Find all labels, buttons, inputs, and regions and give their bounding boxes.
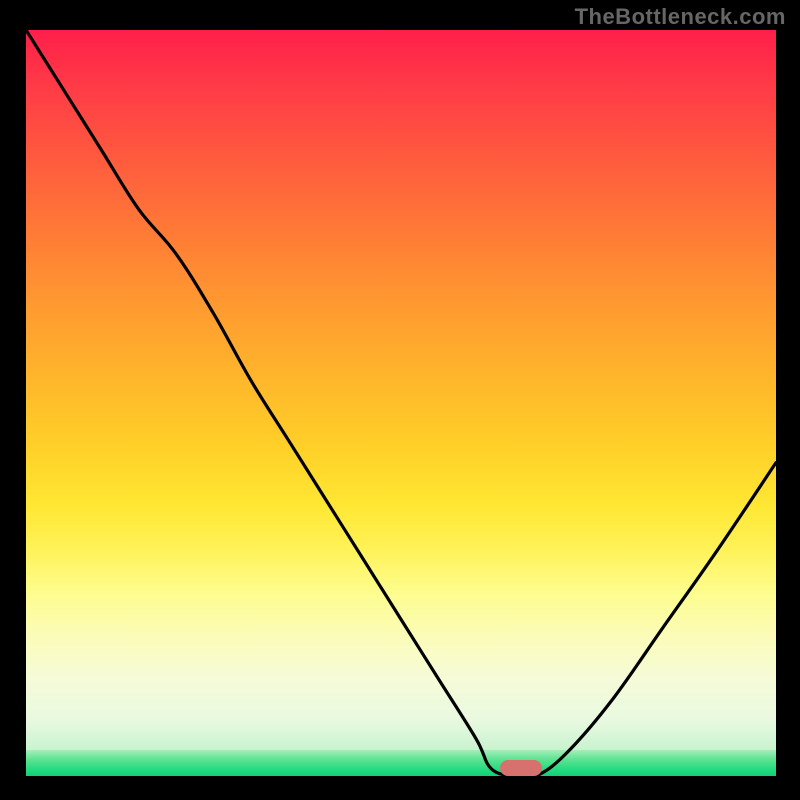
bottleneck-curve bbox=[26, 30, 776, 776]
plot-area bbox=[26, 30, 776, 776]
optimal-marker bbox=[500, 760, 542, 776]
chart-frame: TheBottleneck.com bbox=[0, 0, 800, 800]
watermark-text: TheBottleneck.com bbox=[575, 4, 786, 30]
